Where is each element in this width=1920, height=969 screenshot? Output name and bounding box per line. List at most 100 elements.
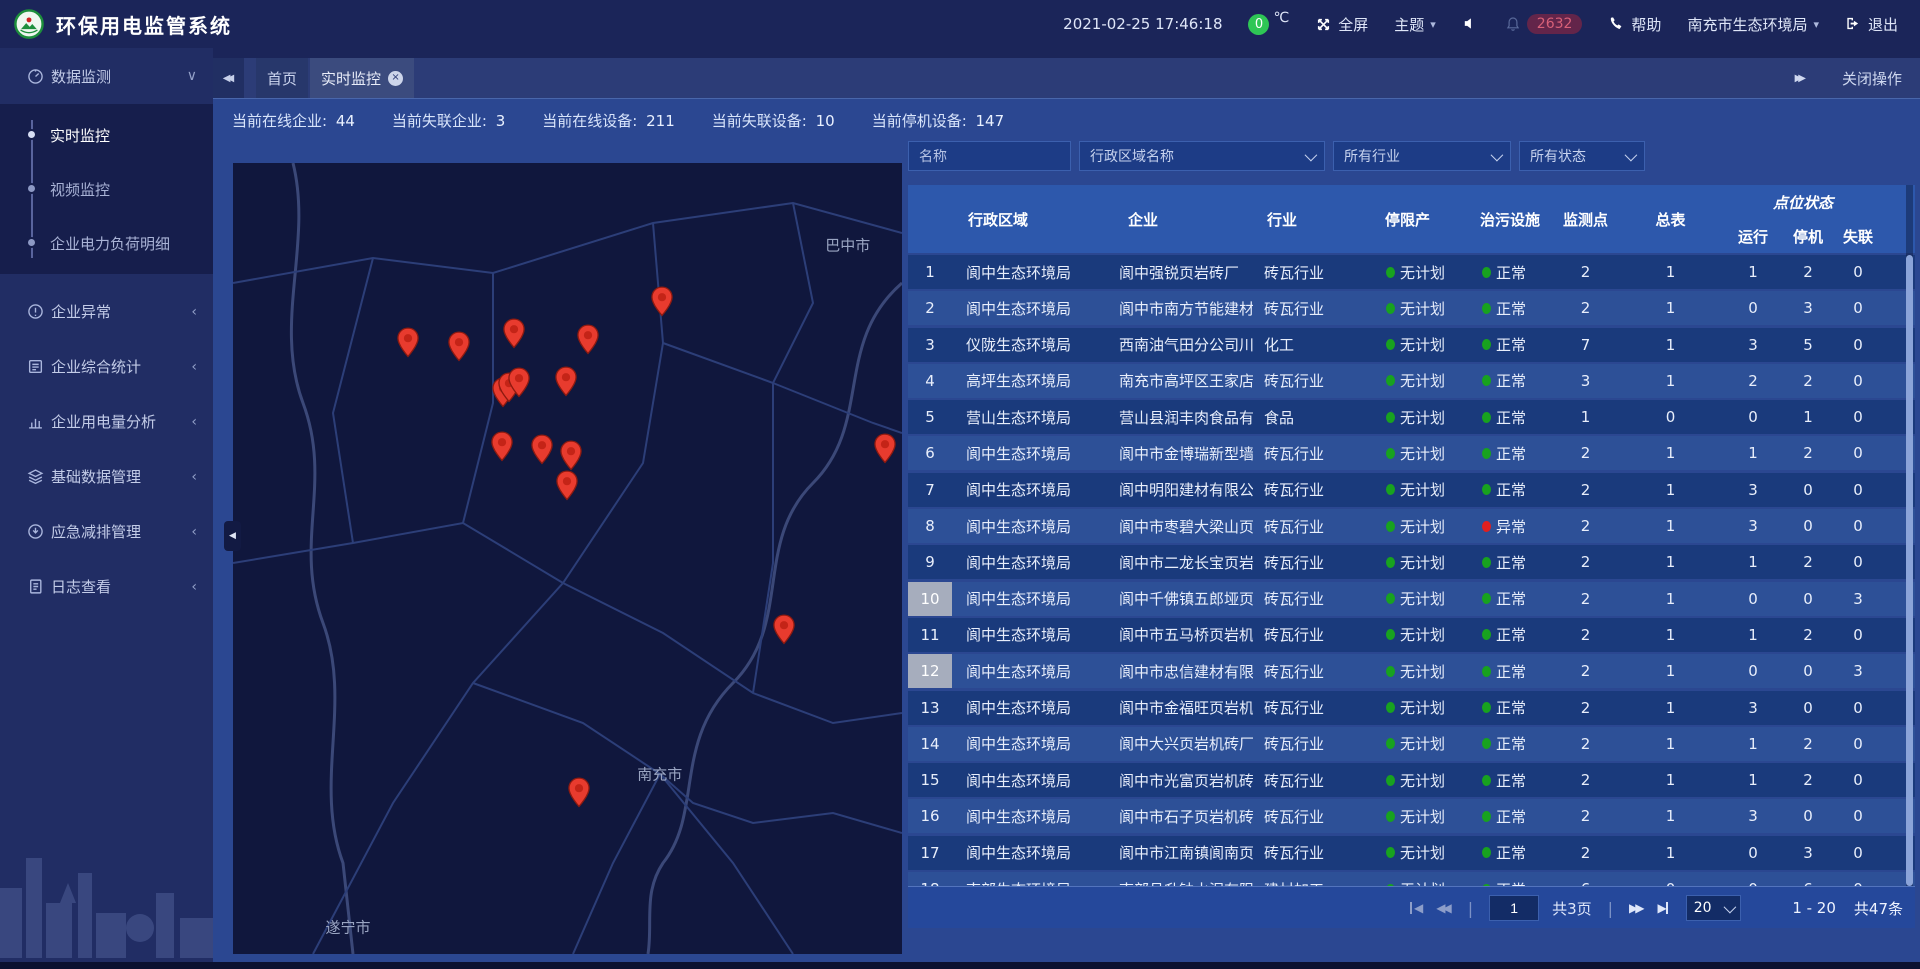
cell-points: 2 bbox=[1548, 735, 1623, 753]
temperature: 0 ℃ bbox=[1248, 14, 1289, 35]
tab-首页[interactable]: 首页 bbox=[256, 58, 308, 98]
sidebar-group-数据监测[interactable]: 数据监测∨ bbox=[0, 48, 213, 104]
sidebar-group-基础数据管理[interactable]: 基础数据管理‹ bbox=[0, 449, 213, 504]
table-row[interactable]: 15阆中生态环境局阆中市光富页岩机砖厂砖瓦行业无计划正常21120 bbox=[908, 763, 1915, 797]
table-row[interactable]: 3仪陇生态环境局西南油气田分公司川中化工无计划正常71350 bbox=[908, 328, 1915, 362]
map-pin[interactable] bbox=[555, 366, 578, 397]
status-dot-icon bbox=[1482, 303, 1491, 314]
map-pin[interactable] bbox=[567, 777, 590, 808]
table-row[interactable]: 5营山生态环境局营山县润丰肉食品有限食品无计划正常10010 bbox=[908, 400, 1915, 434]
table-row[interactable]: 16阆中生态环境局阆中市石子页岩机砖厂砖瓦行业无计划正常21300 bbox=[908, 799, 1915, 833]
org-menu[interactable]: 南充市生态环境局 ▾ bbox=[1687, 14, 1819, 35]
cell-meters: 1 bbox=[1623, 553, 1718, 571]
row-index: 3 bbox=[908, 328, 952, 362]
table-row[interactable]: 1阆中生态环境局阆中强锐页岩砖厂砖瓦行业无计划正常21120 bbox=[908, 255, 1915, 289]
close-operations-button[interactable]: 关闭操作 bbox=[1842, 68, 1902, 89]
table-row[interactable]: 10阆中生态环境局阆中千佛镇五郎垭页岩砖瓦行业无计划正常21003 bbox=[908, 582, 1915, 616]
fullscreen-button[interactable]: 全屏 bbox=[1315, 14, 1368, 35]
map-pin[interactable] bbox=[577, 324, 600, 355]
tabs-scroll-left-button[interactable]: ◀◀ bbox=[213, 58, 244, 98]
cell-offline: 0 bbox=[1828, 626, 1888, 644]
cell-company: 阆中市枣碧大梁山页岩 bbox=[1108, 516, 1253, 537]
table-scrollbar-thumb[interactable] bbox=[1906, 255, 1913, 886]
sidebar-group-企业异常[interactable]: 企业异常‹ bbox=[0, 284, 213, 339]
cell-treatment: 正常 bbox=[1471, 443, 1548, 464]
sidebar-submenu: 实时监控视频监控企业电力负荷明细 bbox=[0, 104, 213, 274]
region-select[interactable]: 行政区域名称 bbox=[1079, 141, 1325, 171]
cell-stopped: 5 bbox=[1788, 336, 1828, 354]
first-page-button[interactable]: ◀ bbox=[1408, 901, 1423, 915]
status-select[interactable]: 所有状态 bbox=[1519, 141, 1645, 171]
sidebar-item-企业电力负荷明细[interactable]: 企业电力负荷明细 bbox=[0, 216, 213, 270]
name-search-input[interactable] bbox=[908, 141, 1071, 171]
treatment-label: 正常 bbox=[1496, 334, 1526, 355]
table-row[interactable]: 12阆中生态环境局阆中市忠信建材有限公砖瓦行业无计划正常21003 bbox=[908, 654, 1915, 688]
status-dot-icon bbox=[1386, 448, 1395, 459]
map-pin[interactable] bbox=[448, 331, 471, 362]
notifications[interactable]: 2632 bbox=[1505, 14, 1583, 34]
sidebar-collapse-button[interactable]: ◀ bbox=[224, 521, 241, 551]
cell-points: 2 bbox=[1548, 590, 1623, 608]
map-pin[interactable] bbox=[531, 434, 554, 465]
table-row[interactable]: 18南部生态环境局南部县升钟水泥有限公建材加工无计划正常60060 bbox=[908, 872, 1915, 886]
status-dot-icon bbox=[1386, 412, 1395, 423]
tab-label: 首页 bbox=[267, 68, 297, 89]
map-pin[interactable] bbox=[874, 433, 897, 464]
cell-treatment: 正常 bbox=[1471, 624, 1548, 645]
logout-button[interactable]: 退出 bbox=[1845, 14, 1898, 35]
current-page-input[interactable] bbox=[1489, 895, 1539, 921]
skyline-decoration bbox=[0, 818, 213, 962]
tabs-scroll-right-button[interactable]: ▶▶ bbox=[1795, 73, 1806, 84]
cell-stopped: 2 bbox=[1788, 771, 1828, 789]
mute-button[interactable] bbox=[1462, 16, 1479, 33]
table-row[interactable]: 8阆中生态环境局阆中市枣碧大梁山页岩砖瓦行业无计划异常21300 bbox=[908, 509, 1915, 543]
previous-page-button[interactable]: ◀◀ bbox=[1436, 901, 1451, 915]
cell-meters: 1 bbox=[1623, 844, 1718, 862]
sidebar-group-企业用电量分析[interactable]: 企业用电量分析‹ bbox=[0, 394, 213, 449]
status-dot-icon bbox=[1482, 811, 1491, 822]
cell-meters: 1 bbox=[1623, 481, 1718, 499]
table-row[interactable]: 7阆中生态环境局阆中明阳建材有限公司砖瓦行业无计划正常21300 bbox=[908, 473, 1915, 507]
speaker-icon bbox=[1462, 16, 1479, 33]
sidebar-item-视频监控[interactable]: 视频监控 bbox=[0, 162, 213, 216]
table-row[interactable]: 17阆中生态环境局阆中市江南镇阆南页岩砖瓦行业无计划正常21030 bbox=[908, 836, 1915, 870]
tab-close-icon[interactable]: × bbox=[388, 71, 403, 86]
sidebar-group-企业综合统计[interactable]: 企业综合统计‹ bbox=[0, 339, 213, 394]
log-icon bbox=[27, 578, 44, 595]
theme-menu[interactable]: 主题 ▾ bbox=[1394, 14, 1436, 35]
table-row[interactable]: 4高坪生态环境局南充市高坪区王家店建砖瓦行业无计划正常31220 bbox=[908, 364, 1915, 398]
map-pin[interactable] bbox=[490, 431, 513, 462]
sidebar-group-日志查看[interactable]: 日志查看‹ bbox=[0, 559, 213, 614]
map-pin[interactable] bbox=[650, 286, 673, 317]
sidebar-item-实时监控[interactable]: 实时监控 bbox=[0, 108, 213, 162]
next-page-button[interactable]: ▶▶ bbox=[1629, 901, 1644, 915]
page-size-select[interactable]: 20 bbox=[1686, 895, 1741, 921]
map-panel[interactable]: 巴中市南充市遂宁市 bbox=[233, 163, 902, 954]
map-pin[interactable] bbox=[773, 614, 796, 645]
industry-select[interactable]: 所有行业 bbox=[1333, 141, 1511, 171]
map-pin[interactable] bbox=[559, 440, 582, 471]
cell-stopped: 0 bbox=[1788, 699, 1828, 717]
treatment-label: 正常 bbox=[1496, 661, 1526, 682]
table-row[interactable]: 6阆中生态环境局阆中市金博瑞新型墙材砖瓦行业无计划正常21120 bbox=[908, 436, 1915, 470]
status-dot-icon bbox=[1482, 375, 1491, 386]
map-pin[interactable] bbox=[397, 327, 420, 358]
region-select-value: 行政区域名称 bbox=[1090, 146, 1174, 166]
map-pin[interactable] bbox=[508, 367, 531, 398]
fullscreen-icon bbox=[1315, 16, 1332, 33]
bar-chart-icon bbox=[27, 413, 44, 430]
status-summary-bar: 当前在线企业: 44当前失联企业: 3当前在线设备: 211当前失联设备: 10… bbox=[213, 98, 1920, 142]
table-row[interactable]: 14阆中生态环境局阆中大兴页岩机砖厂砖瓦行业无计划正常21120 bbox=[908, 727, 1915, 761]
table-row[interactable]: 11阆中生态环境局阆中市五马桥页岩机砖砖瓦行业无计划正常21120 bbox=[908, 618, 1915, 652]
status-dot-icon bbox=[1482, 448, 1491, 459]
last-page-button[interactable]: ▶ bbox=[1658, 901, 1673, 915]
help-button[interactable]: 帮助 bbox=[1608, 14, 1661, 35]
map-pin[interactable] bbox=[555, 470, 578, 501]
table-row[interactable]: 2阆中生态环境局阆中市南方节能建材有砖瓦行业无计划正常21030 bbox=[908, 291, 1915, 325]
sidebar-group-应急减排管理[interactable]: 应急减排管理‹ bbox=[0, 504, 213, 559]
table-row[interactable]: 9阆中生态环境局阆中市二龙长宝页岩砖砖瓦行业无计划正常21120 bbox=[908, 545, 1915, 579]
table-row[interactable]: 13阆中生态环境局阆中市金福旺页岩机砖砖瓦行业无计划正常21300 bbox=[908, 691, 1915, 725]
tab-实时监控[interactable]: 实时监控× bbox=[310, 58, 414, 98]
cell-meters: 1 bbox=[1623, 807, 1718, 825]
map-pin[interactable] bbox=[502, 318, 525, 349]
